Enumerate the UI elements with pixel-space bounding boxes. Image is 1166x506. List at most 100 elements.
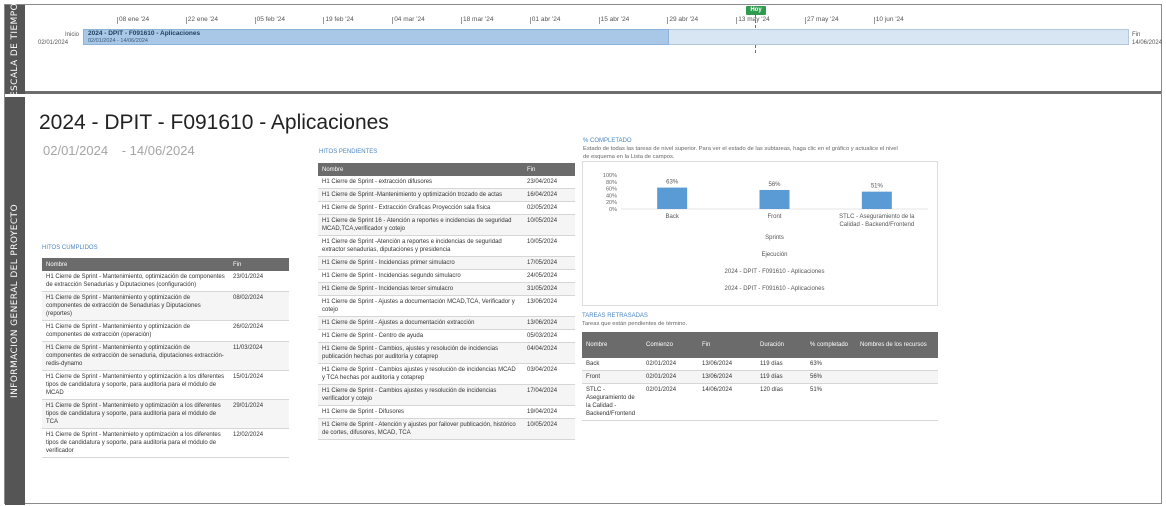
cell-nombre: H1 Cierre de Sprint - Atención y ajustes…	[318, 418, 523, 440]
cell-value: 10/05/2024	[523, 235, 575, 257]
cell-nombre: H1 Cierre de Sprint - Incidencias segund…	[318, 269, 523, 283]
hito-cumplido-row[interactable]: H1 Cierre de Sprint - Mantenimiento, opt…	[42, 271, 289, 292]
timeline-sidebar-label: ESCALA DE TIEMPO	[10, 2, 21, 97]
column-header[interactable]: % completado	[806, 332, 856, 358]
completion-chart[interactable]: 100% 80% 60% 40% 20% 0% 63% Back 56% Front 51% STLC…	[582, 161, 938, 306]
column-header-fin[interactable]: Fin	[523, 163, 575, 176]
completion-description: Estado de todas las tareas de nivel supe…	[583, 146, 898, 160]
project-end-date: - 14/06/2024	[121, 143, 195, 158]
cell-nombre: H1 Cierre de Sprint -Mantenimiento y opt…	[318, 188, 523, 202]
hito-pendiente-row[interactable]: H1 Cierre de Sprint - Atención y ajustes…	[318, 418, 575, 440]
y-tick-label: 40%	[606, 193, 617, 199]
cell-nombre: H1 Cierre de Sprint - Mantenimieto y opt…	[42, 428, 229, 458]
hito-pendiente-row[interactable]: H1 Cierre de Sprint - Centro de ayuda 05/…	[318, 329, 575, 343]
cell-nombre: H1 Cierre de Sprint 16 - Atención a repo…	[318, 214, 523, 236]
column-header[interactable]: Nombre	[582, 332, 642, 358]
bar	[861, 191, 892, 209]
y-tick-label: 20%	[606, 200, 617, 206]
bar	[657, 187, 688, 209]
hito-cumplido-row[interactable]: H1 Cierre de Sprint - Mantenimiento y op…	[42, 320, 289, 342]
y-tick-label: 0%	[609, 207, 617, 213]
category-label: Front	[767, 214, 781, 220]
column-header[interactable]: Nombres de los recursos	[856, 332, 938, 358]
timeline-tick-label: 04 mar '24	[394, 16, 425, 23]
timeline-tick-label: 22 ene '24	[187, 16, 218, 23]
project-dates: 02/01/2024 - 14/06/2024	[43, 143, 205, 158]
column-header[interactable]: Comienzo	[642, 332, 698, 358]
data-label: 63%	[666, 180, 679, 186]
timeline-start-label: Inicio	[65, 32, 80, 38]
hitos-cumplidos-table: Nombre Fin H1 Cierre de Sprint - Manteni…	[42, 258, 289, 458]
hito-pendiente-row[interactable]: H1 Cierre de Sprint - Incidencias primer…	[318, 256, 575, 270]
cell-value: 13/06/2024	[523, 316, 575, 330]
tareas-retrasadas-title: TAREAS RETRASADAS	[582, 313, 648, 319]
cell-value: 23/04/2024	[523, 176, 575, 189]
tareas-retrasadas-description: Tareas que están pendientes de término.	[582, 321, 688, 327]
hito-pendiente-row[interactable]: H1 Cierre de Sprint - Extracción Grafica…	[318, 201, 575, 215]
column-header-nombre[interactable]: Nombre	[42, 258, 229, 271]
cell-nombre: H1 Cierre de Sprint - Cambios, ajustes y…	[318, 342, 523, 364]
cell-value	[856, 358, 938, 371]
tarea-retrasada-row[interactable]: STLC - Aseguramiento de la Calidad - Bac…	[582, 383, 938, 421]
y-tick-label: 60%	[606, 187, 617, 193]
hito-pendiente-row[interactable]: H1 Cierre de Sprint - Cambios, ajustes y…	[318, 342, 575, 364]
cell-value: 03/04/2024	[523, 363, 575, 385]
timeline-bar-dates: 02/01/2024 - 14/06/2024	[88, 38, 148, 44]
timeline-tick-label: 27 may '24	[807, 16, 839, 23]
timeline-tick-label: 15 abr '24	[600, 16, 630, 23]
cell-value: 29/01/2024	[229, 399, 289, 429]
hito-cumplido-row[interactable]: H1 Cierre de Sprint - Mantenimiento y op…	[42, 341, 289, 371]
tarea-retrasada-row[interactable]: Back 02/01/2024 13/06/2024 119 días 63%	[582, 358, 938, 371]
cell-nombre: H1 Cierre de Sprint - extracción difusor…	[318, 176, 523, 189]
hito-cumplido-row[interactable]: H1 Cierre de Sprint - Mantenimieto y opt…	[42, 428, 289, 458]
timeline-start-date: 02/01/2024	[38, 40, 69, 46]
hito-pendiente-row[interactable]: H1 Cierre de Sprint -Mantenimiento y opt…	[318, 188, 575, 202]
cell-value: 17/05/2024	[523, 256, 575, 270]
cell-value: 12/02/2024	[229, 428, 289, 458]
column-header-fin[interactable]: Fin	[229, 258, 289, 271]
hito-pendiente-row[interactable]: H1 Cierre de Sprint - Incidencias segund…	[318, 269, 575, 283]
timeline-tick-label: 08 ene '24	[119, 16, 150, 23]
category-label: Back	[665, 214, 679, 220]
cell-value: 19/04/2024	[523, 405, 575, 419]
axis-group-label: 2024 - DPIT - F091610 - Aplicaciones	[725, 269, 825, 275]
cell-nombre: H1 Cierre de Sprint - Mantenimiento y op…	[42, 291, 229, 321]
cell-value: 16/04/2024	[523, 188, 575, 202]
hito-pendiente-row[interactable]: H1 Cierre de Sprint - Incidencias tercer…	[318, 282, 575, 296]
data-label: 51%	[871, 184, 884, 190]
hito-pendiente-row[interactable]: H1 Cierre de Sprint 16 - Atención a repo…	[318, 214, 575, 236]
hito-pendiente-row[interactable]: H1 Cierre de Sprint - Cambios ajustes y …	[318, 384, 575, 406]
timeline-sidebar: ESCALA DE TIEMPO	[5, 2, 25, 97]
hito-pendiente-row[interactable]: H1 Cierre de Sprint - Ajustes a document…	[318, 295, 575, 317]
cell-nombre: H1 Cierre de Sprint - Mantenimieto y opt…	[42, 399, 229, 429]
cell-nombre: Back	[582, 358, 642, 371]
timeline-tick-label: 29 abr '24	[669, 16, 699, 23]
hito-pendiente-row[interactable]: H1 Cierre de Sprint - extracción difusor…	[318, 176, 575, 189]
hito-pendiente-row[interactable]: H1 Cierre de Sprint - Difusores 19/04/202…	[318, 405, 575, 419]
cell-value: 14/06/2024	[698, 383, 756, 421]
hito-cumplido-row[interactable]: H1 Cierre de Sprint - Mantenimieto y opt…	[42, 399, 289, 429]
cell-nombre: H1 Cierre de Sprint - Cambios ajustes y …	[318, 384, 523, 406]
cell-value: 04/04/2024	[523, 342, 575, 364]
timeline-tick-label: 05 feb '24	[256, 16, 285, 23]
hito-cumplido-row[interactable]: H1 Cierre de Sprint - Mantenimiento y op…	[42, 291, 289, 321]
cell-nombre: H1 Cierre de Sprint - Incidencias tercer…	[318, 282, 523, 296]
today-marker[interactable]: Hoy	[746, 6, 766, 15]
timeline-tick	[392, 17, 394, 24]
cell-value: 02/01/2024	[642, 383, 698, 421]
hito-cumplido-row[interactable]: H1 Cierre de Sprint - Mantenimiento y op…	[42, 370, 289, 400]
hito-pendiente-row[interactable]: H1 Cierre de Sprint - Cambios ajustes y …	[318, 363, 575, 385]
column-header[interactable]: Duración	[756, 332, 806, 358]
cell-value: 10/05/2024	[523, 214, 575, 236]
timeline-tick	[461, 17, 462, 24]
hito-pendiente-row[interactable]: H1 Cierre de Sprint -Atención a reportes…	[318, 235, 575, 257]
project-title: 2024 - DPIT - F091610 - Aplicaciones	[39, 111, 389, 134]
hitos-pendientes-table: Nombre Fin H1 Cierre de Sprint - extracc…	[318, 163, 575, 440]
tarea-retrasada-row[interactable]: Front 02/01/2024 13/06/2024 119 días 56%	[582, 370, 938, 384]
column-header[interactable]: Fin	[698, 332, 756, 358]
column-header-nombre[interactable]: Nombre	[318, 163, 523, 176]
cell-value: 02/01/2024	[642, 358, 698, 371]
cell-nombre: H1 Cierre de Sprint - Mantenimiento, opt…	[42, 271, 229, 292]
cell-nombre: H1 Cierre de Sprint - Incidencias primer…	[318, 256, 523, 270]
hito-pendiente-row[interactable]: H1 Cierre de Sprint - Ajustes a document…	[318, 316, 575, 330]
